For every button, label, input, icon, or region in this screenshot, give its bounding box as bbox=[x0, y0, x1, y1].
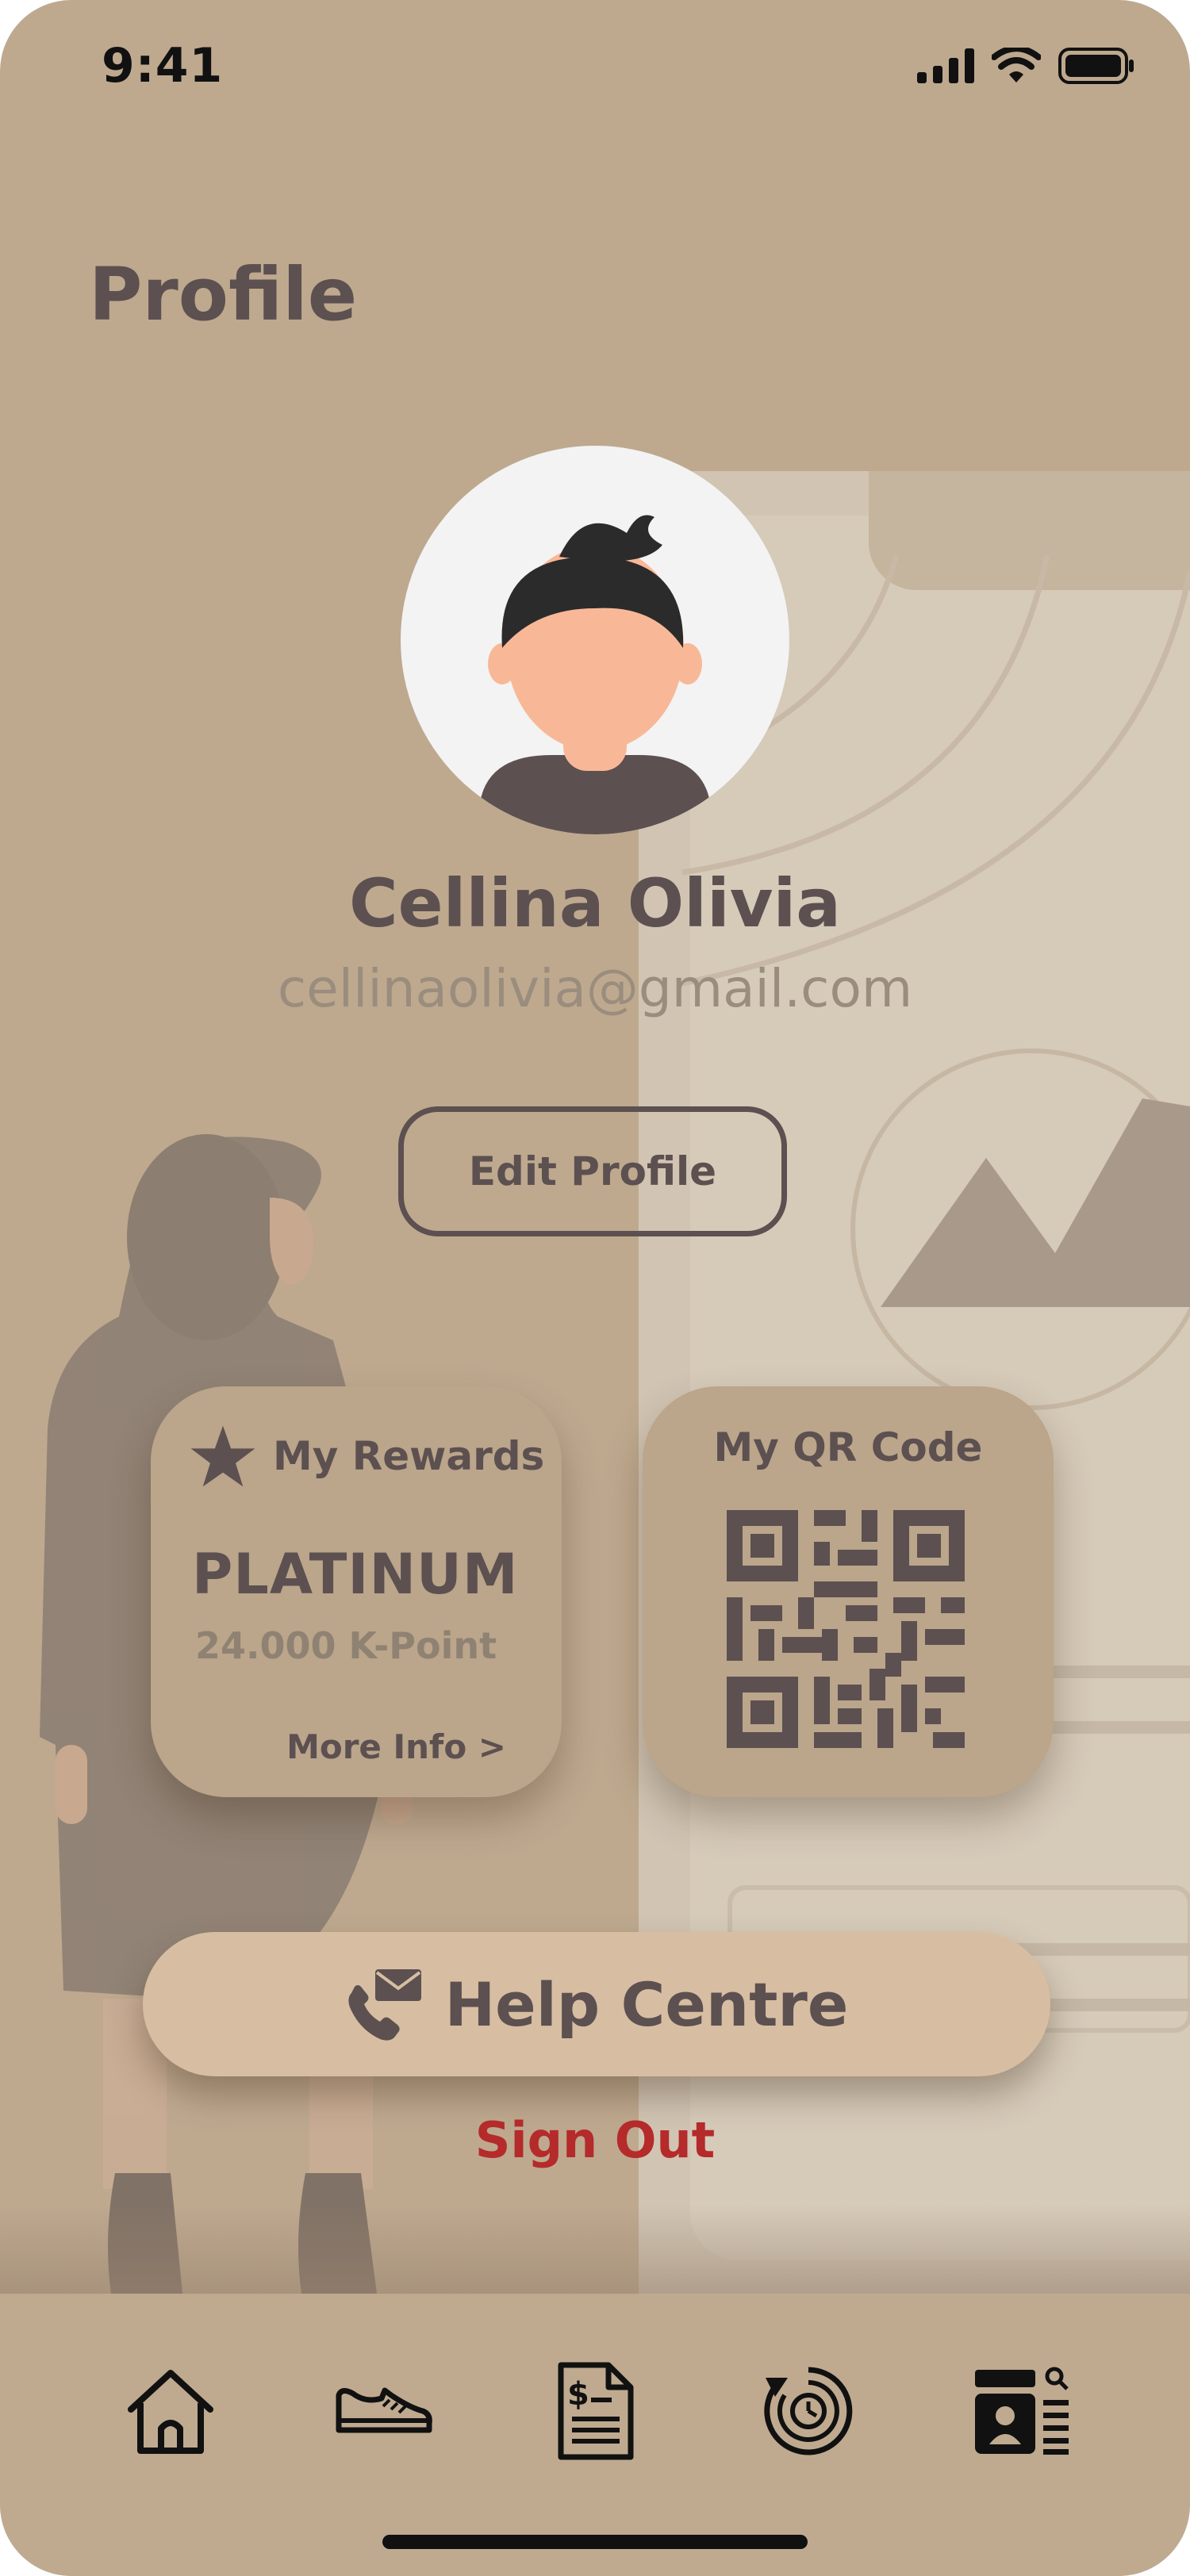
sign-out-link[interactable]: Sign Out bbox=[0, 2111, 1190, 2169]
edit-profile-button[interactable]: Edit Profile bbox=[398, 1106, 787, 1236]
tab-transactions[interactable]: $ bbox=[544, 2359, 647, 2463]
tab-profile[interactable] bbox=[969, 2359, 1073, 2463]
home-indicator[interactable] bbox=[382, 2535, 808, 2549]
tab-home[interactable] bbox=[119, 2359, 222, 2463]
profile-screen: 9:41 Profile Cellina Olivia cellinaolivi… bbox=[0, 0, 1190, 2576]
home-icon bbox=[128, 2370, 213, 2454]
wifi-icon bbox=[992, 48, 1041, 82]
invoice-icon: $ bbox=[558, 2362, 634, 2460]
rewards-header: My Rewards bbox=[189, 1424, 544, 1488]
bottom-fade bbox=[0, 2205, 1190, 2294]
more-info-link[interactable]: More Info > bbox=[286, 1727, 506, 1766]
qr-code-card[interactable]: My QR Code bbox=[643, 1386, 1054, 1797]
tab-history[interactable] bbox=[757, 2359, 860, 2463]
rewards-title: My Rewards bbox=[273, 1433, 545, 1479]
status-icons bbox=[917, 48, 1134, 84]
phone-mail-icon bbox=[347, 1969, 421, 2041]
page-title: Profile bbox=[89, 252, 358, 337]
profile-card-icon bbox=[975, 2367, 1069, 2455]
profile-email: cellinaolivia@gmail.com bbox=[277, 958, 913, 1019]
cellular-signal-icon bbox=[917, 48, 974, 83]
help-centre-label: Help Centre bbox=[444, 1968, 849, 2040]
rewards-card[interactable]: My Rewards PLATINUM 24.000 K-Point More … bbox=[151, 1386, 562, 1797]
svg-text:$: $ bbox=[567, 2376, 589, 2413]
help-centre-button[interactable]: Help Centre bbox=[143, 1932, 1050, 2076]
rewards-tier: PLATINUM bbox=[192, 1542, 519, 1607]
star-icon bbox=[190, 1425, 255, 1487]
avatar-person-icon bbox=[480, 515, 710, 834]
avatar[interactable] bbox=[401, 446, 789, 834]
status-bar: 9:41 bbox=[0, 0, 1190, 135]
status-time: 9:41 bbox=[102, 38, 224, 94]
shoe-icon bbox=[336, 2387, 432, 2433]
rewards-points: 24.000 K-Point bbox=[195, 1624, 497, 1667]
background-illustration bbox=[40, 554, 1190, 2294]
profile-name: Cellina Olivia bbox=[349, 864, 841, 942]
tab-shoes[interactable] bbox=[332, 2359, 435, 2463]
qr-code-icon bbox=[727, 1510, 965, 1748]
battery-icon bbox=[1058, 48, 1134, 84]
qr-title: My QR Code bbox=[713, 1424, 983, 1470]
history-icon bbox=[764, 2367, 853, 2455]
